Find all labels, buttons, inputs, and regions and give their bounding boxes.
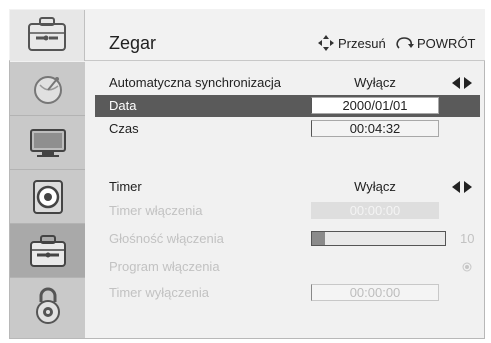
time-label: Czas bbox=[109, 121, 139, 136]
tv-icon bbox=[29, 128, 66, 157]
setting-time[interactable]: Czas 00:04:32 bbox=[95, 118, 480, 140]
left-right-arrows-icon[interactable] bbox=[452, 181, 472, 193]
lock-icon bbox=[35, 287, 60, 324]
on-timer-field: 00:00:00 bbox=[311, 202, 439, 219]
setting-on-program: Program włączenia bbox=[95, 256, 480, 278]
move-hint: Przesuń bbox=[338, 36, 386, 51]
date-label: Data bbox=[109, 98, 137, 113]
timer-value[interactable]: Wyłącz bbox=[310, 179, 440, 194]
setting-date[interactable]: Data 2000/01/01 bbox=[95, 95, 480, 117]
sidebar-item-sound[interactable] bbox=[10, 170, 85, 224]
back-return-icon bbox=[396, 37, 414, 49]
sidebar-item-settings[interactable] bbox=[10, 224, 85, 278]
toolbox-icon bbox=[28, 17, 66, 51]
left-right-arrows-icon[interactable] bbox=[452, 77, 472, 89]
sidebar-item-picture[interactable] bbox=[10, 116, 85, 170]
auto-sync-value[interactable]: Wyłącz bbox=[310, 75, 440, 90]
setting-on-volume: Głośność włączenia 10 bbox=[95, 228, 480, 250]
on-volume-slider bbox=[311, 231, 446, 246]
sidebar-item-lock[interactable] bbox=[10, 278, 85, 332]
radio-indicator-icon bbox=[462, 262, 472, 272]
auto-sync-label: Automatyczna synchronizacja bbox=[109, 75, 281, 90]
settings-toolbox-icon bbox=[29, 234, 66, 267]
setting-off-timer: Timer wyłączenia 00:00:00 bbox=[95, 282, 480, 304]
off-timer-label: Timer wyłączenia bbox=[109, 285, 209, 300]
date-field[interactable]: 2000/01/01 bbox=[311, 97, 439, 114]
setting-auto-sync[interactable]: Automatyczna synchronizacja Wyłącz bbox=[95, 72, 480, 94]
on-timer-label: Timer włączenia bbox=[109, 203, 203, 218]
time-field[interactable]: 00:04:32 bbox=[311, 120, 439, 137]
menu-category-header bbox=[10, 10, 85, 61]
on-program-label: Program włączenia bbox=[109, 259, 220, 274]
speaker-icon bbox=[32, 179, 63, 214]
page-title: Zegar bbox=[109, 33, 157, 53]
on-volume-label: Głośność włączenia bbox=[109, 231, 224, 246]
sidebar-item-satellite[interactable] bbox=[10, 62, 85, 116]
setting-timer[interactable]: Timer Wyłącz bbox=[95, 176, 480, 198]
on-volume-value: 10 bbox=[460, 231, 475, 246]
move-arrows-icon bbox=[318, 35, 334, 51]
satellite-icon bbox=[33, 75, 62, 104]
category-sidebar bbox=[10, 62, 85, 338]
timer-label: Timer bbox=[109, 179, 142, 194]
off-timer-field: 00:00:00 bbox=[311, 284, 439, 301]
setting-on-timer: Timer włączenia 00:00:00 bbox=[95, 200, 480, 222]
on-volume-slider-fill bbox=[312, 232, 326, 245]
back-hint[interactable]: POWRÓT bbox=[417, 36, 476, 51]
